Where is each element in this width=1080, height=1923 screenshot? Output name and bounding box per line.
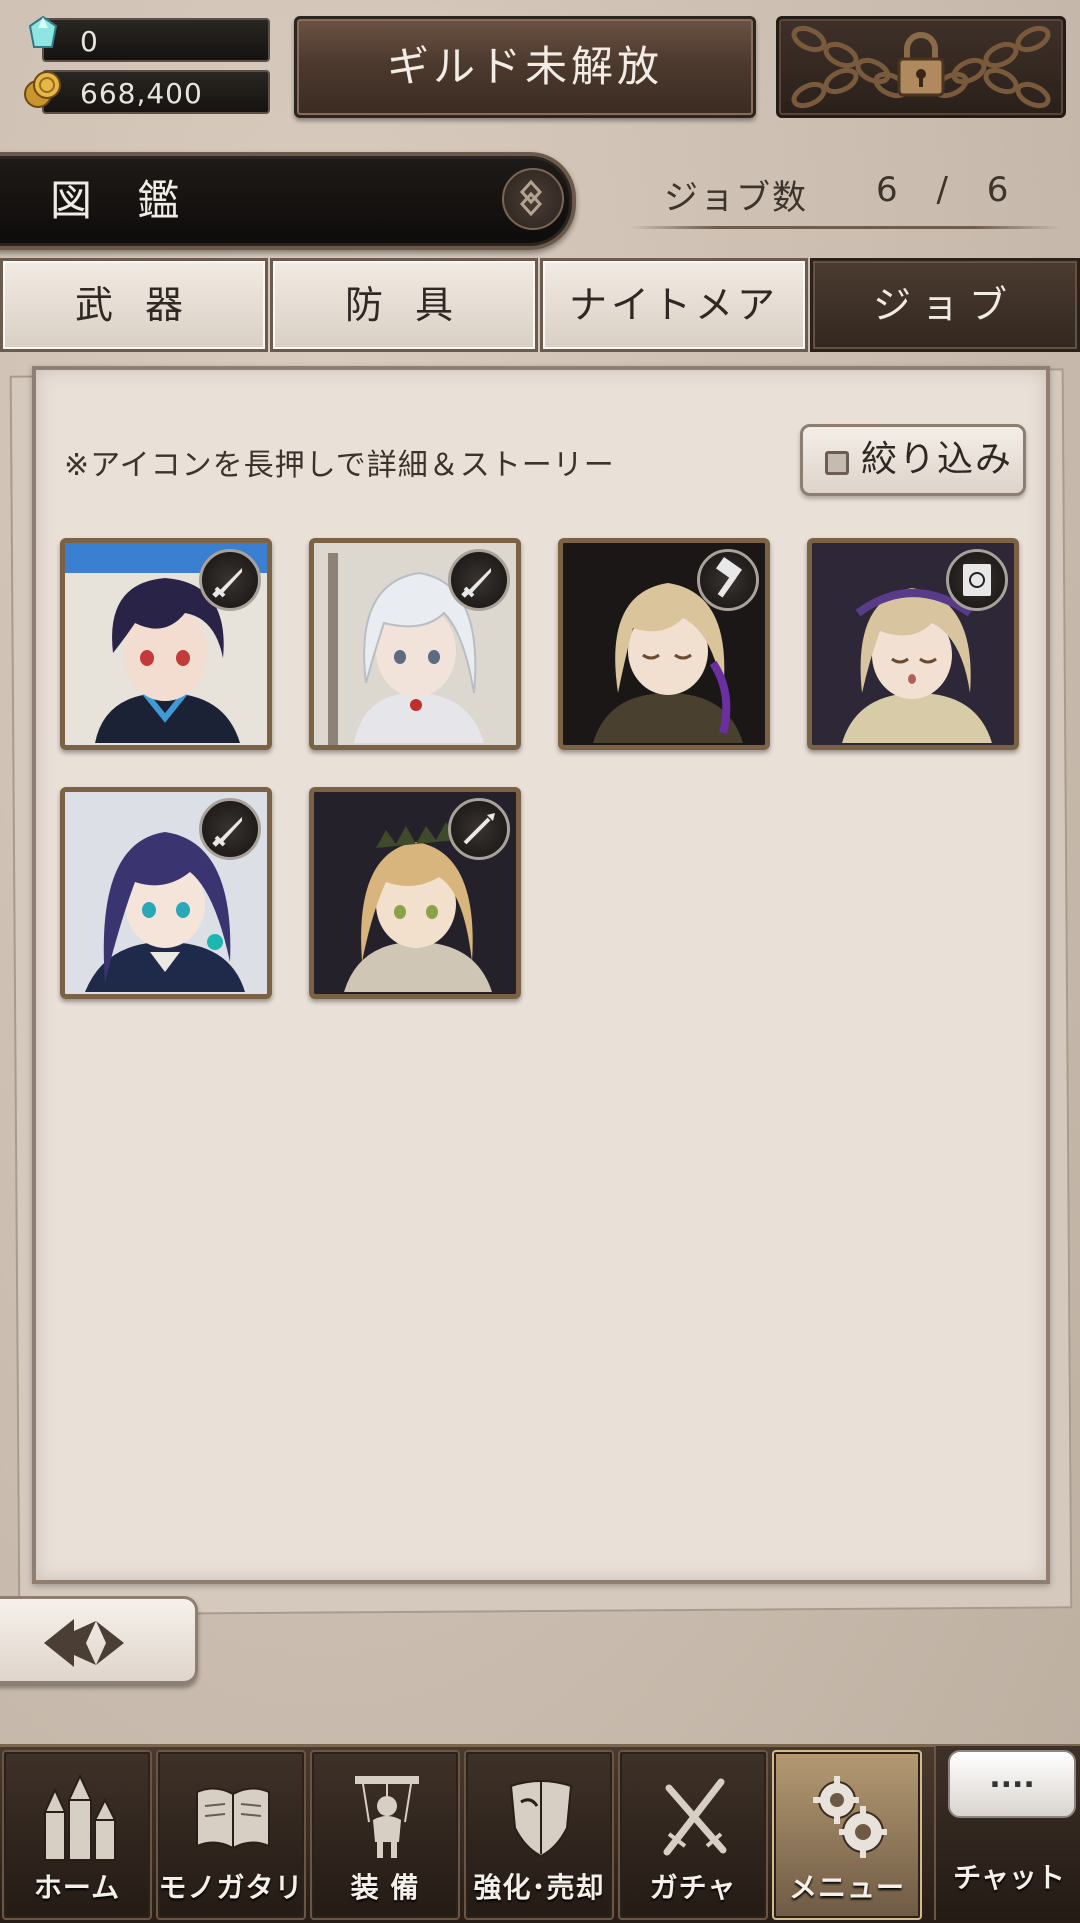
job-card[interactable]	[558, 538, 770, 750]
nav-story[interactable]: モノガタリ	[156, 1750, 306, 1920]
tab-weapons-label: 武 器	[74, 283, 194, 327]
tab-jobs-label: ジョブ	[872, 283, 1017, 327]
locked-panel[interactable]	[776, 16, 1066, 118]
castle-icon	[43, 1773, 117, 1861]
hint-text: ※アイコンを長押しで詳細＆ストーリー	[64, 448, 615, 483]
job-card[interactable]	[60, 538, 272, 750]
crossed-swords-icon	[663, 1778, 727, 1856]
gem-icon	[28, 16, 58, 48]
nav-home[interactable]: ホーム	[2, 1750, 152, 1920]
section-title: 図 鑑	[50, 176, 196, 225]
gem-counter: 0	[42, 18, 270, 62]
hammer-icon	[697, 549, 759, 611]
book-icon	[946, 549, 1008, 611]
book-icon	[196, 1787, 270, 1850]
sword-icon	[199, 798, 261, 860]
job-count-label: ジョブ数	[664, 178, 808, 218]
tab-nightmare-label: ナイトメア	[568, 283, 779, 327]
job-count-value: 6 / 6	[876, 170, 1023, 210]
tab-weapons[interactable]: 武 器	[0, 258, 268, 352]
sword-icon	[448, 549, 510, 611]
tab-armor[interactable]: 防 具	[270, 258, 538, 352]
filter-checkbox-icon	[825, 451, 849, 475]
coin-counter: 668,400	[42, 70, 270, 114]
shield-icon	[509, 1780, 573, 1858]
sword-icon	[199, 549, 261, 611]
puppet-icon	[355, 1776, 419, 1858]
back-button[interactable]	[0, 1596, 198, 1684]
nav-menu[interactable]: メニュー	[772, 1750, 922, 1920]
filter-button[interactable]: 絞り込み	[800, 424, 1026, 496]
chat-button-label: チャット	[953, 1861, 1065, 1894]
tab-jobs[interactable]: ジョブ	[810, 258, 1080, 352]
nav-gacha[interactable]: ガチャ	[618, 1750, 768, 1920]
gem-count: 0	[80, 25, 99, 58]
spear-icon	[448, 798, 510, 860]
gears-icon	[813, 1776, 887, 1858]
nav-upgrade-sell-label: 強化･売却	[473, 1871, 605, 1904]
job-card[interactable]	[807, 538, 1019, 750]
coin-icon	[24, 71, 61, 108]
tab-nightmare[interactable]: ナイトメア	[540, 258, 808, 352]
section-title-bar: 図 鑑	[0, 152, 576, 250]
nav-equipment[interactable]: 装 備	[310, 1750, 460, 1920]
nav-menu-label: メニュー	[788, 1871, 905, 1904]
chat-button[interactable]: .... チャット	[934, 1746, 1080, 1920]
guild-button[interactable]: ギルド未解放	[294, 16, 756, 118]
nav-gacha-label: ガチャ	[649, 1871, 737, 1904]
tab-armor-label: 防 具	[344, 283, 464, 327]
count-divider	[630, 226, 1060, 229]
ornament-icon	[502, 168, 564, 230]
nav-upgrade-sell[interactable]: 強化･売却	[464, 1750, 614, 1920]
chat-bubble-icon: ....	[948, 1750, 1076, 1818]
nav-equipment-label: 装 備	[350, 1871, 420, 1904]
nav-story-label: モノガタリ	[158, 1871, 304, 1904]
nav-home-label: ホーム	[33, 1871, 121, 1904]
job-card[interactable]	[309, 538, 521, 750]
lock-chain-icon	[791, 25, 1051, 109]
job-card[interactable]	[309, 787, 521, 999]
back-arrow-icon	[44, 1619, 124, 1667]
guild-button-label: ギルド未解放	[386, 42, 663, 91]
job-card[interactable]	[60, 787, 272, 999]
coin-count: 668,400	[80, 77, 203, 110]
filter-button-label: 絞り込み	[861, 439, 1014, 480]
